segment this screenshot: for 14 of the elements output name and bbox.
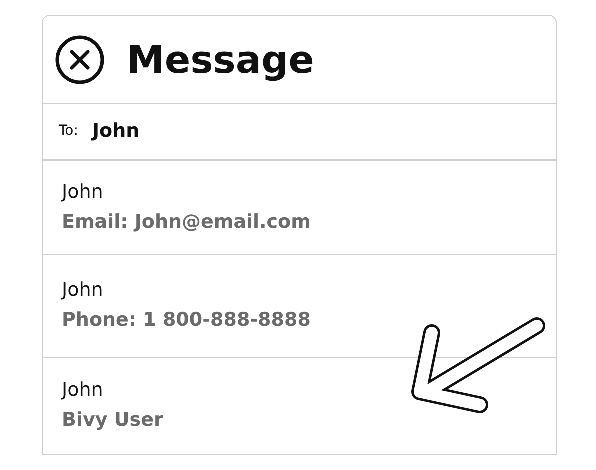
to-field[interactable]: To: John (43, 104, 556, 161)
contact-row[interactable]: John Phone: 1 800-888-8888 (43, 255, 556, 358)
contact-detail: Email: John@email.com (62, 210, 312, 234)
contact-row[interactable]: John Email: John@email.com (43, 161, 556, 255)
contact-name: John (62, 378, 104, 402)
close-icon (55, 34, 105, 84)
recipient-name: John (92, 119, 140, 144)
contact-name: John (62, 279, 104, 303)
to-label: To: (59, 122, 78, 141)
contact-detail: Phone: 1 800-888-8888 (62, 309, 312, 333)
contact-row[interactable]: John Bivy User (43, 358, 556, 453)
contact-name: John (62, 180, 104, 204)
close-button[interactable] (55, 34, 105, 84)
contact-detail: Bivy User (62, 408, 164, 432)
